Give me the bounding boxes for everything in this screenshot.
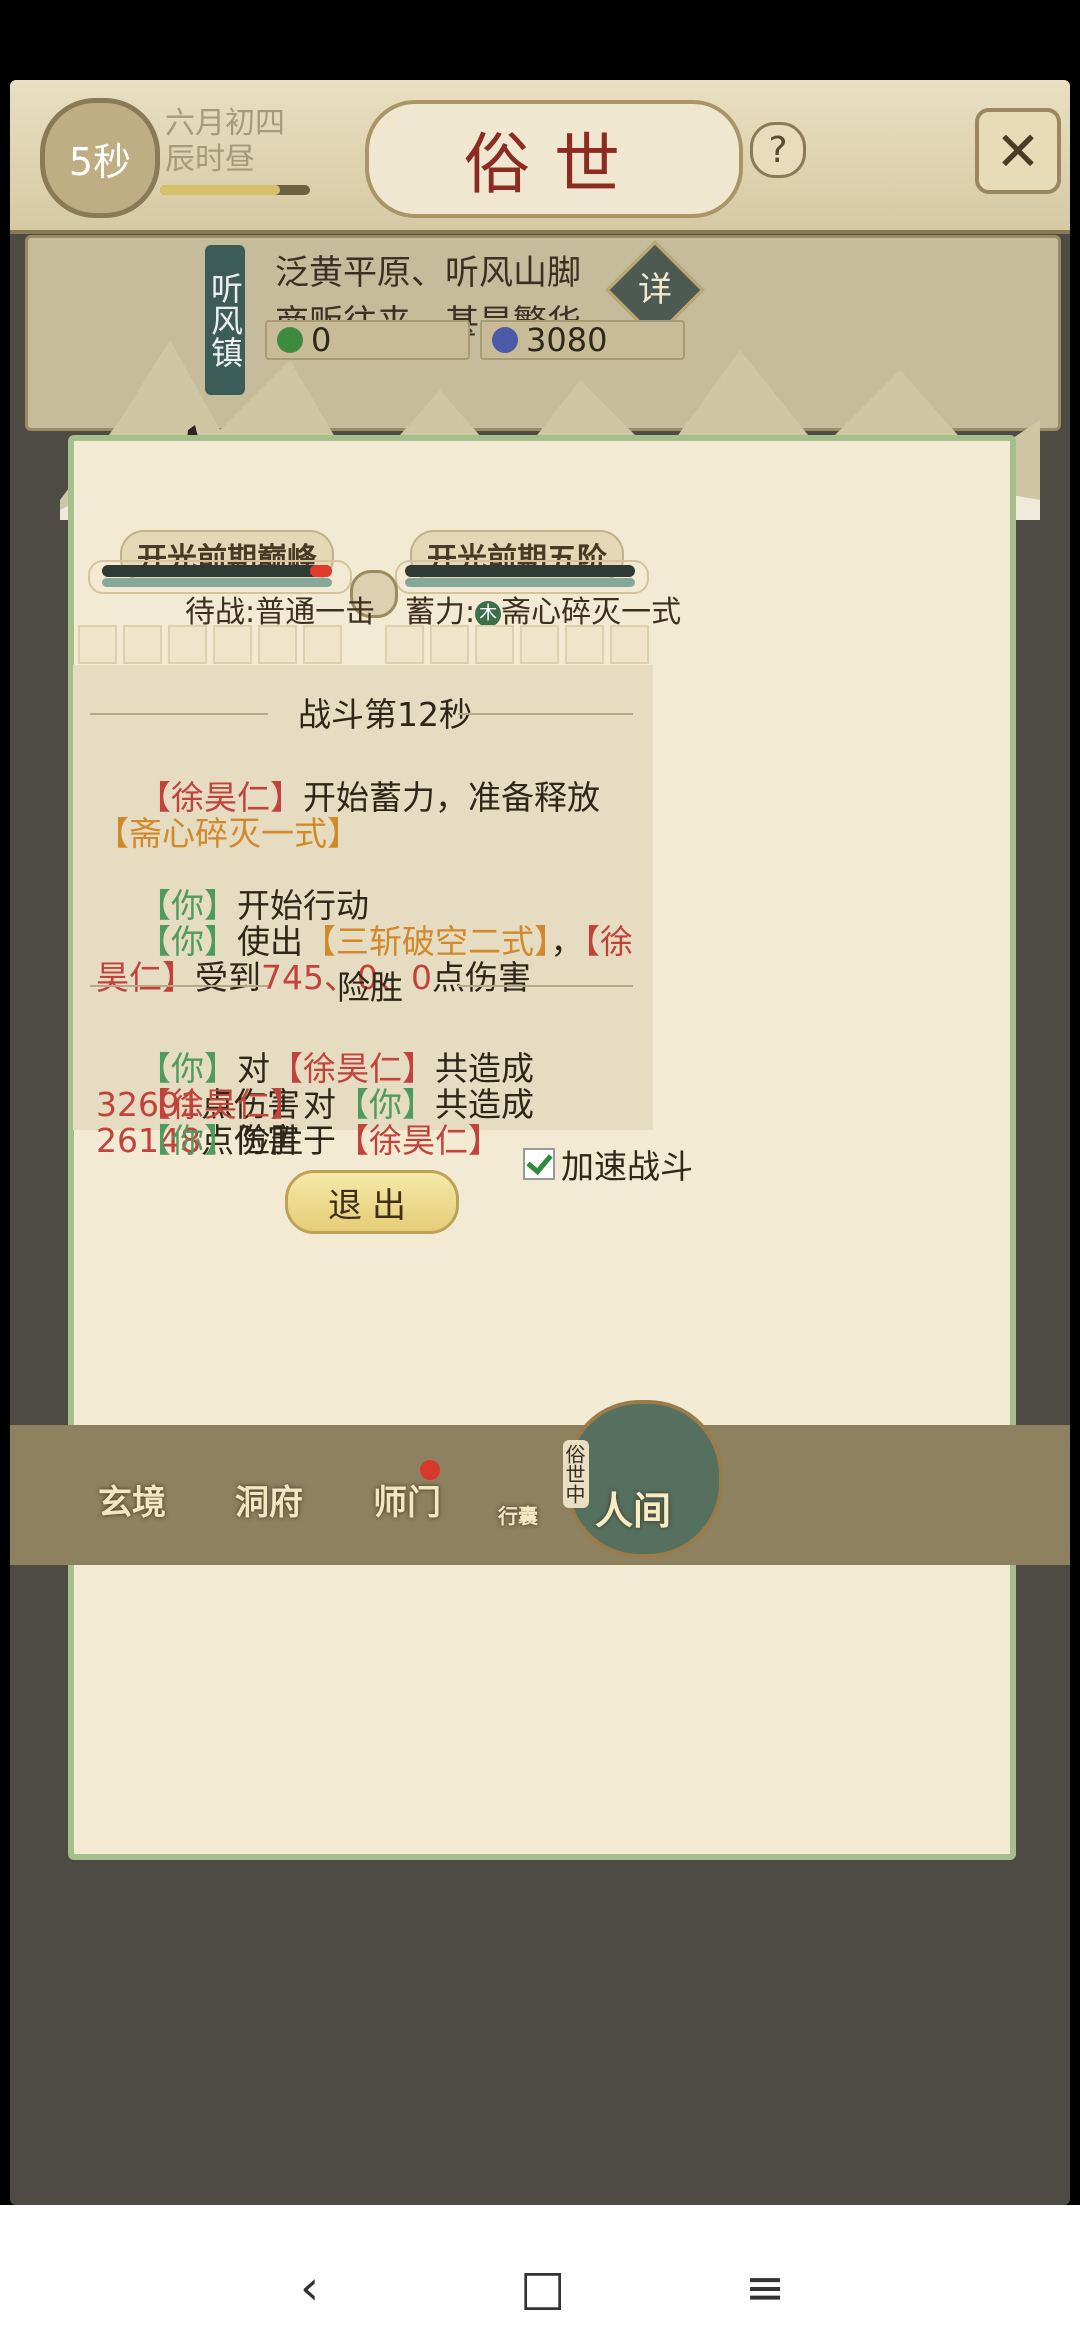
game-screen: 5秒 六月初四 辰时昼 俗世 ? ✕ 听风镇 泛黄平原、听风山脚 商贩往来，甚是… (10, 80, 1070, 2205)
town-desc-line-1: 泛黄平原、听风山脚 (275, 253, 581, 293)
game-date: 六月初四 辰时昼 (165, 106, 285, 178)
log-text: ， (550, 922, 584, 961)
speed-battle-label: 加速战斗 (561, 1147, 693, 1186)
enemy-buff-slot (385, 625, 424, 664)
time-progress-bar (160, 185, 310, 195)
nav-item-shimen[interactable]: 师门 (373, 1475, 441, 1524)
enemy-energy-bar (405, 578, 635, 587)
side-location-tag: 俗世中 (562, 1440, 589, 1508)
player-energy-bar (102, 578, 332, 587)
player-hp-bar (102, 565, 332, 577)
wood-element-icon: 木 (475, 600, 502, 627)
home-icon[interactable]: □ (520, 2260, 565, 2316)
checkbox-checked-icon[interactable] (523, 1148, 555, 1180)
player-buff-slot (303, 625, 342, 664)
exit-button[interactable]: 退出 (285, 1170, 459, 1234)
date-line-1: 六月初四 (165, 106, 285, 141)
battle-result-title: 险胜 (337, 968, 403, 1007)
nav-item-xingnang[interactable]: 行囊 (498, 1500, 538, 1529)
page-title: 俗世 (365, 100, 743, 218)
bottom-nav-bar (10, 1425, 1070, 1565)
nav-item-xuanjing[interactable]: 玄境 (98, 1475, 166, 1524)
back-icon[interactable]: ‹ (300, 2260, 319, 2316)
time-progress-fill (160, 185, 280, 195)
enemy-buff-slot (520, 625, 559, 664)
player-name: 【你】 (137, 1121, 237, 1160)
log-text: 点伤害 (431, 958, 531, 997)
divider (90, 985, 268, 987)
log-text: 开始蓄力，准备释放 (302, 778, 600, 817)
divider (90, 713, 268, 715)
enemy-buff-slot (430, 625, 469, 664)
enemy-buff-slot (610, 625, 649, 664)
player-name: 【你】 (137, 922, 237, 961)
player-buff-slot (168, 625, 207, 664)
nav-item-renjian[interactable]: 人间 (595, 1480, 671, 1535)
menu-icon[interactable]: ≡ (745, 2260, 785, 2316)
player-buff-slot (213, 625, 252, 664)
log-line-player-attack: 【你】使出【三斩破空二式】，【徐昊仁】受到745、0、0点伤害 (96, 888, 636, 1032)
log-text: 险胜于 (236, 1121, 336, 1160)
status-bar (0, 0, 1080, 80)
player-hp-loss (310, 565, 332, 577)
close-icon[interactable]: ✕ (975, 108, 1061, 194)
battle-time-title: 战斗第12秒 (298, 695, 472, 734)
player-buff-slot (78, 625, 117, 664)
log-text: 使出 (236, 922, 303, 961)
enemy-name: 【徐昊仁】 (335, 1121, 501, 1160)
notification-dot (420, 1460, 440, 1480)
help-icon[interactable]: ? (750, 122, 806, 178)
player-buff-slot (258, 625, 297, 664)
enemy-buff-slot (475, 625, 514, 664)
divider (458, 985, 633, 987)
enemy-name: 【徐昊仁】 (137, 778, 303, 817)
log-text: 受到 (195, 958, 261, 997)
skill-name: 【三斩破空二式】 (302, 922, 551, 961)
speed-battle-toggle[interactable]: 加速战斗 (523, 1140, 693, 1188)
skill-name: 【斋心碎灭一式】 (96, 814, 360, 853)
timer-badge: 5秒 (40, 98, 160, 218)
player-buff-slot (123, 625, 162, 664)
enemy-buff-slot (565, 625, 604, 664)
nav-item-dongfu[interactable]: 洞府 (235, 1475, 303, 1524)
divider (458, 713, 633, 715)
enemy-hp-bar (405, 565, 635, 577)
date-line-2: 辰时昼 (165, 142, 255, 177)
